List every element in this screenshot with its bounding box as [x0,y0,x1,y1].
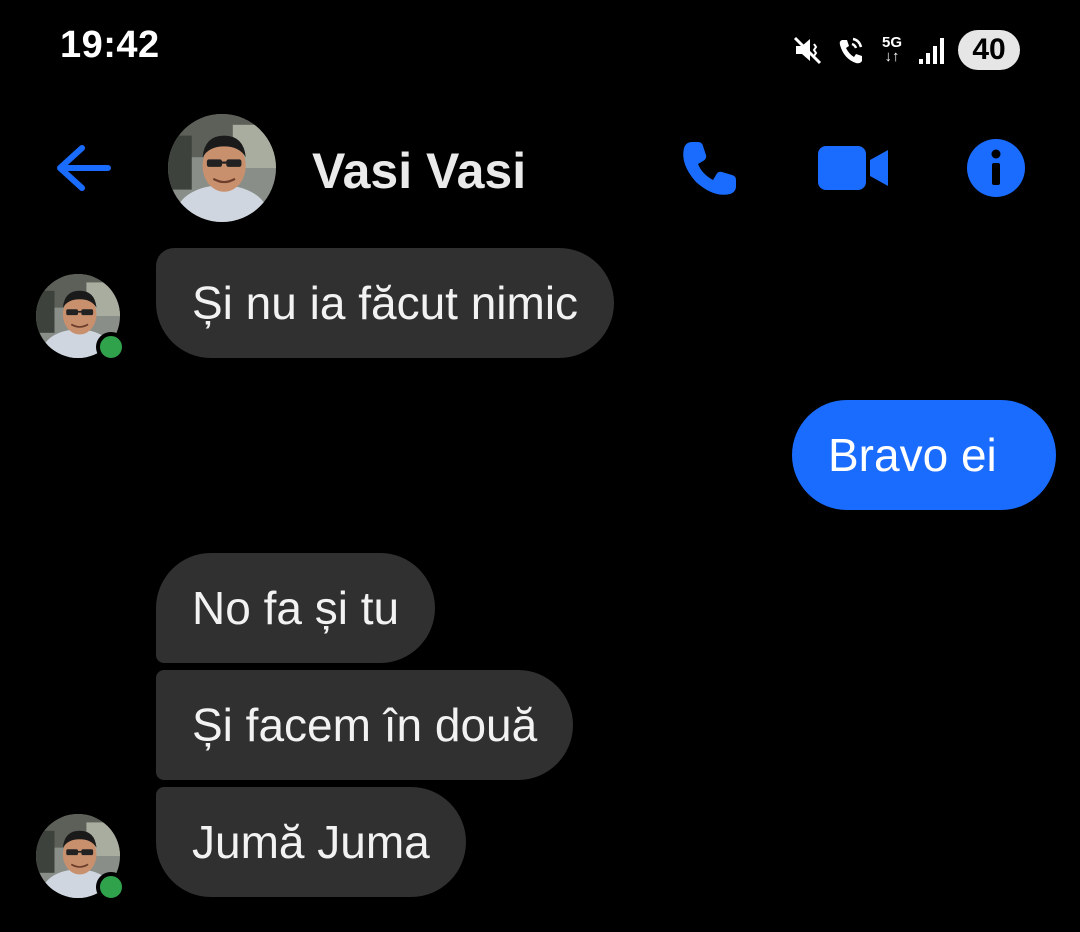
message-avatar[interactable] [36,814,126,902]
signal-icon [918,35,946,65]
network-5g-icon: 5G ↓↑ [881,34,902,65]
wifi-call-icon [836,34,866,66]
message-bubble-outgoing[interactable]: Bravo ei [792,400,1056,510]
video-camera-icon [818,146,888,190]
mute-icon [792,34,824,66]
phone-icon [683,142,736,195]
arrow-left-icon [57,145,111,191]
info-icon [967,139,1025,197]
message-bubble-incoming[interactable]: No fa și tu [156,553,436,663]
video-call-button[interactable] [816,142,890,194]
back-button[interactable] [52,140,116,196]
message-bubble-incoming[interactable]: Și nu ia făcut nimic [156,248,615,358]
info-button[interactable] [966,138,1026,198]
contact-name[interactable]: Vasi Vasi [312,142,526,200]
message-bubble-incoming[interactable]: Jumă Juma [156,787,466,897]
contact-avatar[interactable] [168,114,276,222]
audio-call-button[interactable] [678,138,740,200]
status-time: 19:42 [60,24,160,66]
message-avatar[interactable] [36,274,126,362]
battery-icon: 40 [958,30,1020,70]
network-label: 5G [881,34,902,51]
battery-level: 40 [972,33,1006,66]
message-bubble-incoming[interactable]: Și facem în două [156,670,574,780]
online-status-dot [96,872,126,902]
status-icons: 5G ↓↑ 40 [792,26,1020,74]
online-status-dot [96,332,126,362]
